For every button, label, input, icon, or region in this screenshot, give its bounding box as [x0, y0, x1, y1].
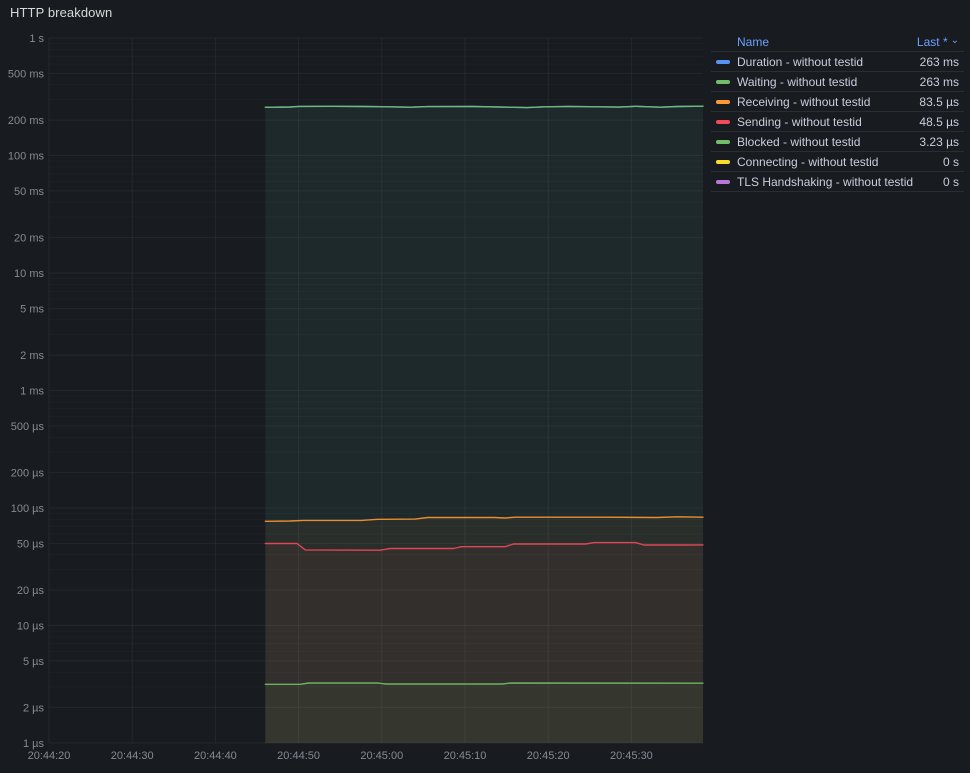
x-tick-label: 20:45:10	[444, 750, 487, 762]
series-label[interactable]: Waiting - without testid	[737, 75, 857, 89]
y-tick-label: 500 µs	[11, 421, 45, 433]
y-tick-label: 1 ms	[20, 386, 44, 398]
y-tick-label: 50 µs	[17, 538, 45, 550]
y-tick-label: 200 ms	[8, 115, 45, 127]
legend-table: Name Last * ⌄ Duration - without testid …	[711, 32, 964, 192]
series-color-swatch	[716, 59, 730, 64]
series-last-value: 263 ms	[919, 74, 959, 89]
series-last-value: 263 ms	[919, 54, 959, 69]
series-label[interactable]: Duration - without testid	[737, 55, 863, 69]
series-label[interactable]: Sending - without testid	[737, 115, 862, 129]
y-tick-label: 1 s	[29, 33, 44, 45]
x-tick-label: 20:44:30	[111, 750, 154, 762]
series-color-swatch	[716, 159, 730, 164]
y-tick-label: 5 ms	[20, 303, 44, 315]
series-label[interactable]: Blocked - without testid	[737, 135, 860, 149]
legend-header: Name Last * ⌄	[711, 32, 964, 52]
legend-row-waiting[interactable]: Waiting - without testid 263 ms	[711, 72, 964, 92]
legend-last-label: Last *	[916, 34, 948, 49]
series-color-swatch	[716, 79, 730, 84]
legend-row-tls-handshaking[interactable]: TLS Handshaking - without testid 0 s	[711, 172, 964, 192]
x-tick-label: 20:44:40	[194, 750, 237, 762]
y-tick-label: 200 µs	[11, 468, 45, 480]
legend-name-column-header[interactable]: Name	[737, 35, 769, 49]
x-tick-label: 20:45:30	[610, 750, 653, 762]
x-tick-label: 20:44:50	[277, 750, 320, 762]
x-tick-label: 20:44:20	[28, 750, 71, 762]
y-tick-label: 50 ms	[14, 186, 44, 198]
legend-last-column-header[interactable]: Last * ⌄	[917, 35, 964, 49]
y-tick-label: 20 ms	[14, 233, 44, 245]
x-tick-label: 20:45:00	[360, 750, 403, 762]
series-color-swatch	[716, 119, 730, 124]
y-tick-label: 100 ms	[8, 151, 45, 163]
y-tick-label: 20 µs	[17, 585, 45, 597]
y-tick-label: 2 µs	[23, 703, 45, 715]
series-label[interactable]: Receiving - without testid	[737, 95, 870, 109]
y-tick-label: 100 µs	[11, 503, 45, 515]
sort-descending-caret-icon: ⌄	[950, 34, 959, 46]
y-tick-label: 1 µs	[23, 738, 45, 750]
y-tick-label: 10 ms	[14, 268, 44, 280]
legend-row-connecting[interactable]: Connecting - without testid 0 s	[711, 152, 964, 172]
series-last-value: 83.5 µs	[919, 94, 959, 109]
y-tick-label: 2 ms	[20, 350, 44, 362]
y-tick-label: 5 µs	[23, 656, 45, 668]
legend-row-blocked[interactable]: Blocked - without testid 3.23 µs	[711, 132, 964, 152]
y-tick-label: 10 µs	[17, 621, 45, 633]
y-tick-label: 500 ms	[8, 68, 45, 80]
x-tick-label: 20:45:20	[527, 750, 570, 762]
series-last-value: 48.5 µs	[919, 114, 959, 129]
series-color-swatch	[716, 139, 730, 144]
series-color-swatch	[716, 179, 730, 184]
legend-row-receiving[interactable]: Receiving - without testid 83.5 µs	[711, 92, 964, 112]
series-last-value: 3.23 µs	[919, 134, 959, 149]
legend-row-sending[interactable]: Sending - without testid 48.5 µs	[711, 112, 964, 132]
legend-row-duration[interactable]: Duration - without testid 263 ms	[711, 52, 964, 72]
series-label[interactable]: TLS Handshaking - without testid	[737, 175, 913, 189]
series-last-value: 0 s	[942, 154, 959, 169]
panel-title[interactable]: HTTP breakdown	[10, 5, 112, 20]
series-label[interactable]: Connecting - without testid	[737, 155, 878, 169]
series-fill-blocked	[265, 683, 703, 743]
series-color-swatch	[716, 99, 730, 104]
series-last-value: 0 s	[942, 174, 959, 189]
